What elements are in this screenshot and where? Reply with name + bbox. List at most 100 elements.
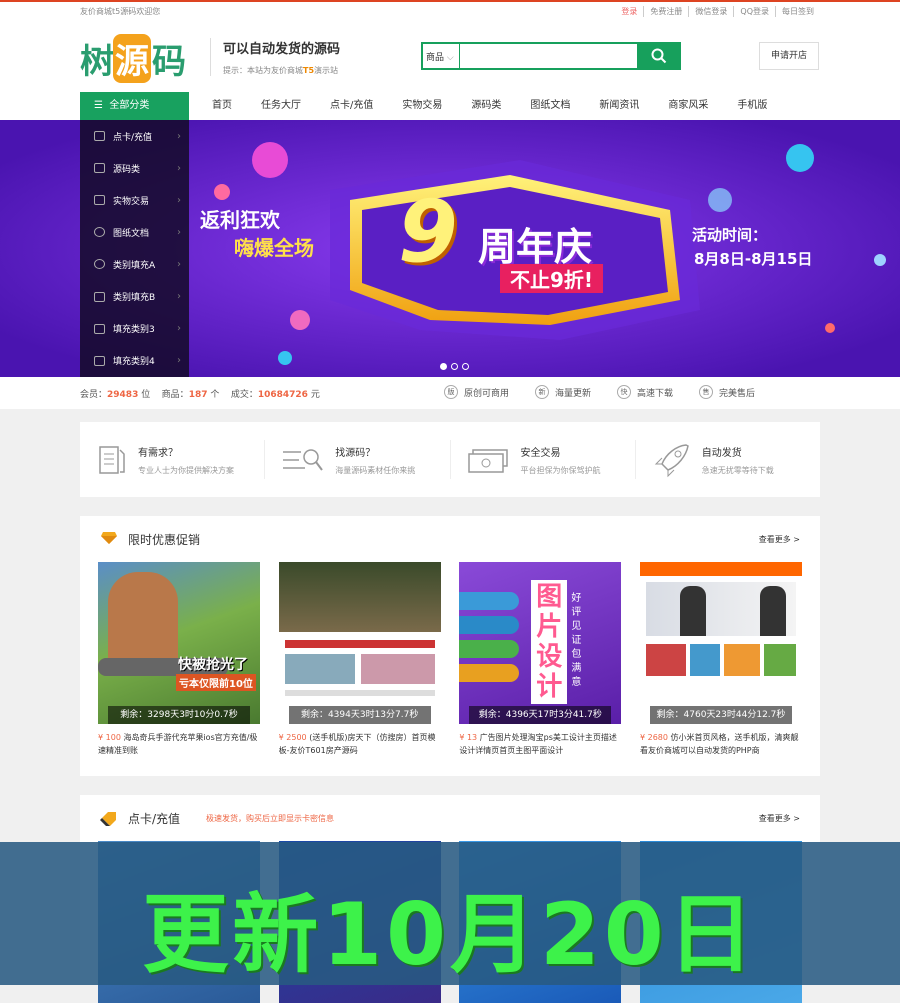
card-section-subtitle: 极速发货，购买后立即显示卡密信息 [206, 814, 334, 823]
chevron-right-icon: › [177, 258, 181, 270]
card-section-title: 点卡/充值 [128, 812, 181, 826]
nav-item-docs[interactable]: 图纸文档 [520, 92, 580, 120]
product-price: ¥ 100 [98, 733, 121, 742]
folder-icon [94, 323, 105, 334]
countdown: 剩余：4760天23时44分12.7秒 [649, 706, 792, 724]
search-button[interactable] [637, 42, 681, 70]
side-menu-item[interactable]: 类别填充B › [80, 280, 189, 312]
promo-title: 限时优惠促销 [128, 533, 201, 547]
product-desc[interactable]: ¥ 13 广告图片处理淘宝ps美工设计主页描述设计详情页首页主图平面设计 [459, 731, 621, 761]
card-section-more-link[interactable]: 查看更多 > [759, 813, 800, 824]
feature-auto-ship[interactable]: 自动发货 急速无扰零等待下载 [636, 440, 820, 479]
side-menu-item[interactable]: 源码类 › [80, 152, 189, 184]
countdown: 剩余：4394天3时13分7.7秒 [288, 706, 431, 724]
banner-dot[interactable] [440, 363, 447, 370]
deal-amount: 10684726 [257, 390, 308, 400]
menu-icon: ☰ [94, 100, 103, 111]
search-input[interactable] [460, 44, 638, 68]
site-logo[interactable]: 树 源 码 [80, 34, 186, 83]
promo-card[interactable]: 剩余：4394天3时13分7.7秒 ¥ 2500 (送手机版)房天下（仿搜房）首… [278, 562, 441, 761]
rocket-icon [654, 443, 689, 477]
login-link[interactable]: 登录 [615, 6, 643, 17]
original-badge-icon: 版 [444, 385, 458, 399]
all-categories-button[interactable]: ☰ 全部分类 [80, 92, 189, 120]
money-icon [467, 448, 508, 473]
diamond-icon [101, 532, 117, 544]
badge-update: 新海量更新 [535, 385, 591, 399]
badge-original: 版原创可商用 [444, 385, 509, 399]
product-desc[interactable]: ¥ 100 海岛奇兵手游代充苹果ios官方充值/极速精准到账 [98, 731, 260, 761]
logo-part3: 码 [152, 43, 186, 81]
daily-signin-link[interactable]: 每日签到 [775, 6, 820, 17]
side-menu-item[interactable]: 点卡/充值 › [80, 120, 189, 152]
side-menu-item[interactable]: 实物交易 › [80, 184, 189, 216]
update-overlay-text: 更新10月20日 [142, 885, 758, 985]
banner-dot[interactable] [451, 363, 458, 370]
category-side-menu: 点卡/充值 › 源码类 › 实物交易 › 图纸文档 › 类别填充A › 类别填充B › 填充… [80, 120, 189, 377]
feature-find-source[interactable]: 找源码？ 海量源码素材任你来挑 [265, 440, 451, 479]
magnifier-list-icon [283, 448, 324, 471]
nav-item-tasks[interactable]: 任务大厅 [251, 92, 311, 120]
card-image-text: 快被抢光了 [178, 657, 248, 673]
card-icon [94, 131, 105, 142]
side-menu-item[interactable]: 填充类别3 › [80, 313, 189, 345]
star-icon [94, 291, 105, 302]
promo-card[interactable]: 图片设计 好评见证 包满意 剩余：4396天17时3分41.7秒 ¥ 13 广告… [459, 562, 622, 761]
banner-time-range: 8月8日-8月15日 [694, 250, 813, 268]
service-badge-icon: 售 [699, 385, 714, 399]
service-badges: 版原创可商用 新海量更新 快高速下载 售完美售后 [444, 385, 781, 399]
top-links: 登录 免费注册 微信登录 QQ登录 每日签到 [615, 6, 820, 17]
register-link[interactable]: 免费注册 [643, 6, 688, 17]
nav-item-shops[interactable]: 商家风采 [658, 92, 718, 120]
side-menu-item[interactable]: 类别填充A › [80, 248, 189, 280]
qq-login-link[interactable]: QQ登录 [733, 6, 775, 17]
nav-item-cards[interactable]: 点卡/充值 [320, 92, 383, 120]
promo-more-link[interactable]: 查看更多 > [759, 534, 800, 545]
banner-big-number: 9 [398, 182, 458, 282]
card-image-text: 图片设计 [531, 580, 568, 704]
card-image-text: 好评见证 包满意 [571, 593, 582, 688]
slogan: 可以自动发货的源码 提示：本站为友价商城T5演示站 [210, 38, 340, 76]
nav-item-source[interactable]: 源码类 [461, 92, 511, 120]
product-price: ¥ 2500 [278, 733, 307, 742]
open-shop-button[interactable]: 申请开店 [759, 42, 819, 70]
product-desc[interactable]: ¥ 2680 仿小米首页风格，送手机版，清爽靓看友价商城可以自动发货的PHP商 [640, 731, 802, 761]
chevron-right-icon: › [177, 355, 181, 367]
fast-badge-icon: 快 [617, 385, 632, 399]
banner-time-label: 活动时间： [692, 226, 768, 244]
nav-item-home[interactable]: 首页 [202, 92, 242, 120]
search-category-select[interactable]: 商品 ⌵ [423, 44, 461, 68]
feature-safe-trade[interactable]: 安全交易 平台担保为你保驾护航 [451, 440, 636, 479]
hero-banner[interactable]: 返利狂欢 嗨爆全场 9 周年庆 不止9折! 活动时间： 8月8日-8月15日 点… [0, 120, 900, 377]
product-desc[interactable]: ¥ 2500 (送手机版)房天下（仿搜房）首页模板-友价T601房产源码 [279, 731, 441, 761]
countdown: 剩余：4396天17时3分41.7秒 [469, 706, 612, 724]
product-image[interactable]: 剩余：4394天3时13分7.7秒 [278, 562, 441, 724]
banner-dots [440, 363, 469, 370]
document-icon [99, 445, 125, 474]
slogan-tip: 提示：本站为友价商城T5演示站 [223, 66, 339, 75]
feature-strip: 有需求？ 专业人士为你提供解决方案 找源码？ 海量源码素材任你来挑 安全交易 平台担保… [80, 422, 820, 497]
side-menu-item[interactable]: 图纸文档 › [80, 216, 189, 248]
chevron-right-icon: › [177, 323, 181, 335]
goods-count: 187 [188, 390, 208, 400]
side-menu-item[interactable]: 填充类别4 › [80, 345, 189, 377]
product-price: ¥ 13 [459, 733, 478, 742]
card-image-text: 亏本仅限前10位 [176, 674, 256, 691]
banner-dot[interactable] [462, 363, 469, 370]
monitor-icon [94, 195, 105, 206]
badge-download: 快高速下载 [617, 385, 673, 399]
site-stats: 会员：29483 位 商品：187 个 成交：10684726 元 版原创可商用… [0, 377, 900, 409]
wechat-login-link[interactable]: 微信登录 [688, 6, 733, 17]
banner-left-text1: 返利狂欢 [200, 208, 280, 232]
product-image[interactable]: 剩余：4760天23时44分12.7秒 [639, 562, 802, 724]
nav-item-mobile[interactable]: 手机版 [727, 92, 777, 120]
nav-item-news[interactable]: 新闻资讯 [589, 92, 649, 120]
promo-card[interactable]: 剩余：4760天23时44分12.7秒 ¥ 2680 仿小米首页风格，送手机版，… [639, 562, 802, 761]
product-image[interactable]: 快被抢光了 亏本仅限前10位 剩余：3298天3时10分0.7秒 [98, 562, 260, 724]
feature-demand[interactable]: 有需求？ 专业人士为你提供解决方案 [80, 440, 266, 479]
promo-card[interactable]: 快被抢光了 亏本仅限前10位 剩余：3298天3时10分0.7秒 ¥ 100 海… [98, 562, 260, 761]
product-image[interactable]: 图片设计 好评见证 包满意 剩余：4396天17时3分41.7秒 [459, 562, 622, 724]
nav-item-physical[interactable]: 实物交易 [392, 92, 452, 120]
product-price: ¥ 2680 [639, 733, 668, 742]
banner-left-text2: 嗨爆全场 [234, 236, 314, 260]
